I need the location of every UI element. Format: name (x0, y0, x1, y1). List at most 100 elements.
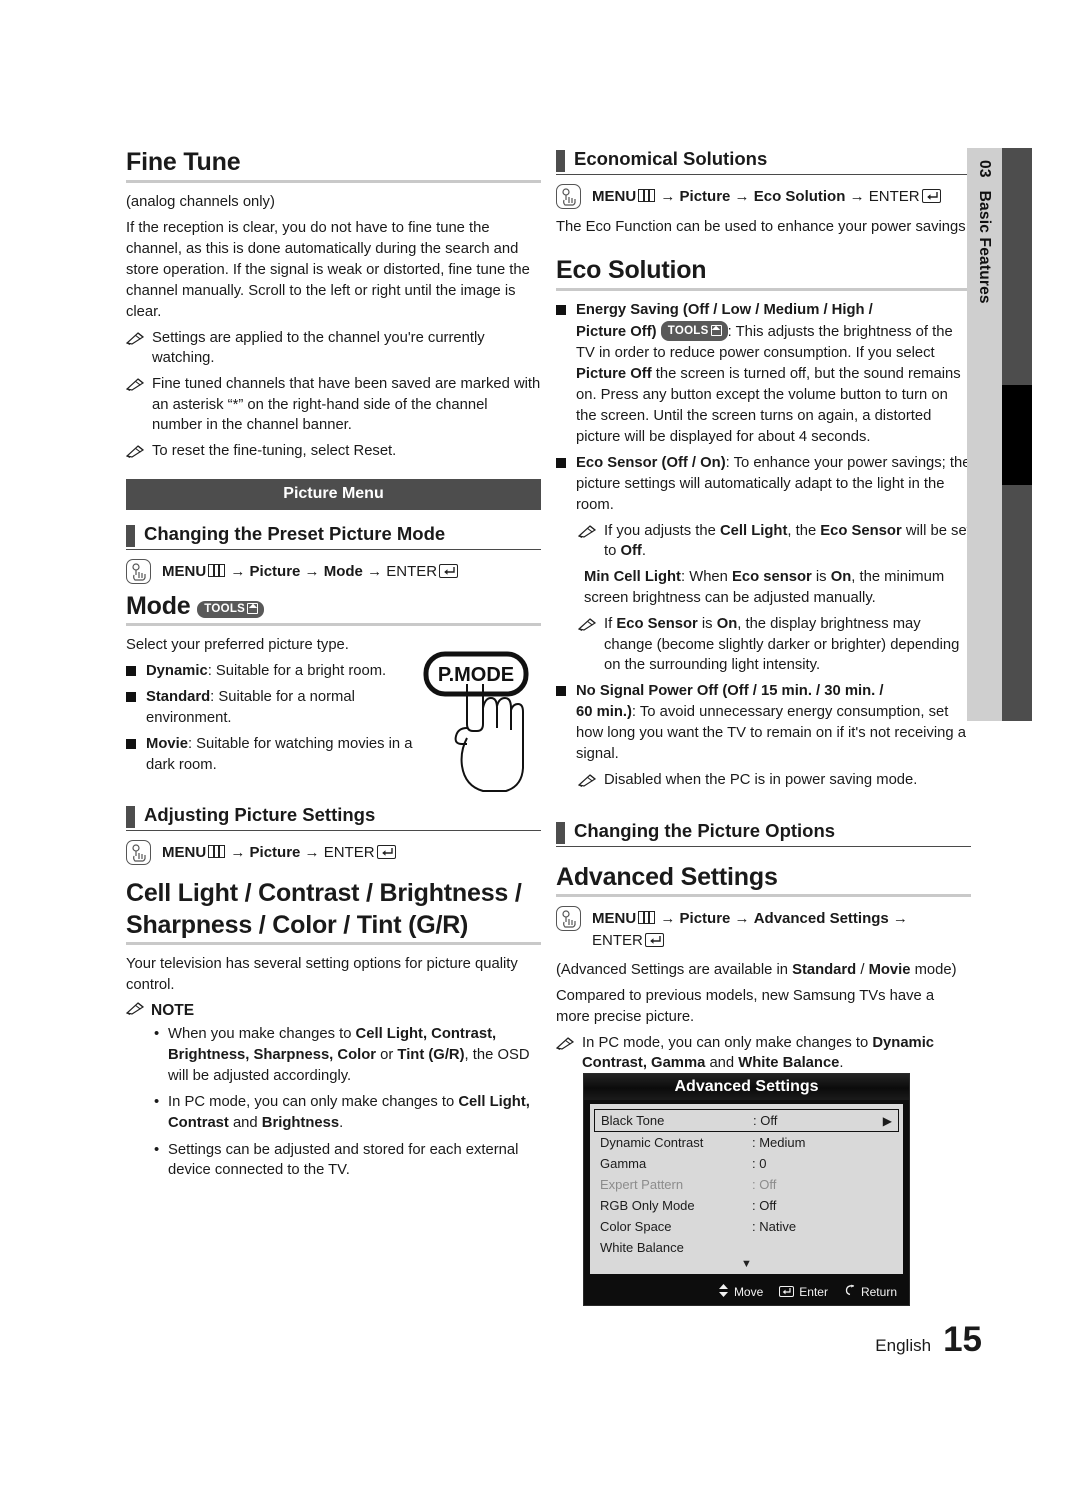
picture-label: Picture (249, 562, 301, 580)
tools-badge: TOOLS (660, 320, 728, 341)
mode-option: Dynamic: Suitable for a bright room. (126, 661, 426, 682)
section-marker (556, 150, 565, 172)
press-button-icon (126, 840, 151, 866)
arrow-right-icon: → (892, 910, 908, 928)
mode-option: Standard: Suitable for a normal environm… (126, 687, 386, 729)
eco-item-text: Energy Saving (Off / Low / Medium / High… (576, 300, 971, 448)
arrow-right-icon: → (230, 562, 246, 580)
osd-row-white-balance[interactable]: White Balance (590, 1237, 903, 1258)
section-title: Adjusting Picture Settings (144, 804, 376, 826)
heading-cell-light-line1: Cell Light / Contrast / Brightness / (126, 879, 522, 908)
arrow-right-icon: → (304, 562, 320, 580)
osd-row-value: : 0 (752, 1156, 767, 1171)
note-text: To reset the fine-tuning, select Reset. (152, 443, 397, 460)
bullet-dot-icon: • (154, 1094, 160, 1111)
osd-row-gamma[interactable]: Gamma : 0 (590, 1153, 903, 1174)
square-bullet-icon (126, 739, 136, 750)
osd-row-color-space[interactable]: Color Space : Native (590, 1216, 903, 1237)
eco-item-eco-sensor: Eco Sensor (Off / On): To enhance your p… (556, 453, 971, 516)
arrow-right-icon: → (367, 562, 383, 580)
nav-path-text: MENU → Picture → Eco Solution → ENTER (592, 184, 941, 208)
square-bullet-icon (556, 304, 566, 315)
nav-path-economical: MENU → Picture → Eco Solution → ENTER (556, 184, 971, 209)
enter-label: ENTER (868, 188, 920, 205)
menu-grid-icon (208, 563, 226, 577)
mode-option-name: Dynamic (146, 663, 208, 680)
side-tab-title: Basic Features (976, 190, 994, 304)
section-title: Changing the Preset Picture Mode (144, 522, 446, 544)
osd-row-dynamic-contrast[interactable]: Dynamic Contrast : Medium (590, 1132, 903, 1153)
divider (126, 548, 541, 550)
pencil-note-icon (125, 374, 145, 436)
note-text: If you adjusts the Cell Light, the Eco S… (604, 522, 971, 560)
fine-tune-subtitle: (analog channels only) (126, 193, 275, 210)
osd-hint-enter: Enter (779, 1285, 828, 1299)
bullet-dot-icon: • (154, 1026, 160, 1043)
footer-language: English (875, 1336, 932, 1355)
section-header-picture-options: Changing the Picture Options (556, 820, 971, 844)
side-tab-number: 03 (976, 160, 994, 178)
note-bullet: • In PC mode, you can only make changes … (126, 1092, 541, 1133)
press-button-icon (126, 558, 151, 584)
note-text: Fine tuned channels that have been saved… (152, 375, 541, 434)
press-button-icon (556, 184, 581, 209)
osd-row-black-tone[interactable]: Black Tone : Off ▶ (594, 1109, 899, 1132)
menu-grid-icon (638, 189, 656, 202)
mode-label: Mode (323, 562, 363, 580)
osd-row-name: Expert Pattern (600, 1177, 684, 1192)
pencil-note-icon (125, 328, 145, 369)
osd-row-name: RGB Only Mode (600, 1198, 695, 1213)
page-title-fine-tune: Fine Tune (126, 148, 241, 176)
section-header-preset-mode: Changing the Preset Picture Mode (126, 523, 541, 547)
mode-option: Movie: Suitable for watching movies in a… (126, 734, 416, 776)
note-text: In PC mode, you can only make changes to… (582, 1034, 935, 1072)
arrow-right-icon: → (660, 910, 676, 928)
advanced-body-1: (Advanced Settings are available in Stan… (556, 961, 957, 978)
section-marker (126, 524, 135, 547)
osd-row-name: Color Space (600, 1219, 672, 1234)
nav-path-text: MENU → Picture → ENTER (162, 840, 396, 864)
menu-label: MENU (592, 910, 637, 928)
eco-item-energy-saving: Energy Saving (Off / Low / Medium / High… (556, 300, 971, 448)
eco-item-no-signal: No Signal Power Off (Off / 15 min. / 30 … (556, 681, 971, 765)
section-header-adjusting: Adjusting Picture Settings (126, 804, 541, 829)
return-arrow-icon (844, 1284, 856, 1299)
nav-path-preset-mode: MENU → Picture → Mode → ENTER (126, 558, 541, 584)
osd-row-expert-pattern: Expert Pattern : Off (590, 1174, 903, 1195)
heading-mode: Mode TOOLS (126, 592, 541, 622)
advanced-settings-label: Advanced Settings (753, 910, 889, 928)
eco-item-text: No Signal Power Off (Off / 15 min. / 30 … (576, 681, 971, 765)
menu-grid-icon (208, 845, 226, 859)
osd-row-name: White Balance (600, 1240, 684, 1255)
note-bullet-text: In PC mode, you can only make changes to… (168, 1094, 530, 1132)
enter-label: ENTER (386, 562, 438, 580)
arrow-right-icon: → (230, 844, 246, 862)
scroll-down-icon[interactable]: ▼ (590, 1258, 903, 1270)
note-header: NOTE (125, 1002, 541, 1020)
svg-text:P.MODE: P.MODE (438, 664, 514, 686)
osd-row-rgb-only-mode[interactable]: RGB Only Mode : Off (590, 1195, 903, 1216)
note-bullet: • Settings can be adjusted and stored fo… (126, 1140, 541, 1181)
min-cell-light-para: Min Cell Light: When Eco sensor is On, t… (584, 568, 945, 606)
menu-label: MENU (162, 562, 207, 580)
note-item: If Eco Sensor is On, the display brightn… (577, 614, 971, 676)
note-item: Settings are applied to the channel you'… (125, 328, 541, 369)
divider (556, 845, 971, 847)
enter-key-icon (376, 845, 396, 860)
section-title: Changing the Picture Options (574, 819, 836, 841)
divider (126, 623, 541, 627)
osd-row-value: : Off (752, 1198, 777, 1213)
menu-grid-icon (638, 911, 656, 925)
arrow-right-icon: → (849, 188, 865, 205)
side-tab: 03 Basic Features (967, 148, 1002, 721)
energy-saving-label-2: Picture Off) (576, 323, 657, 340)
note-bullet: • When you make changes to Cell Light, C… (126, 1024, 541, 1086)
pencil-note-icon (577, 614, 597, 676)
note-bullet-text: Settings can be adjusted and stored for … (168, 1141, 519, 1179)
divider (556, 894, 971, 898)
mode-option-text: Standard: Suitable for a normal environm… (146, 687, 386, 729)
menu-label: MENU (592, 188, 637, 205)
tools-badge: TOOLS (197, 600, 265, 619)
chevron-right-icon: ▶ (882, 1113, 892, 1128)
pmode-remote-illustration: P.MODE (418, 648, 548, 798)
